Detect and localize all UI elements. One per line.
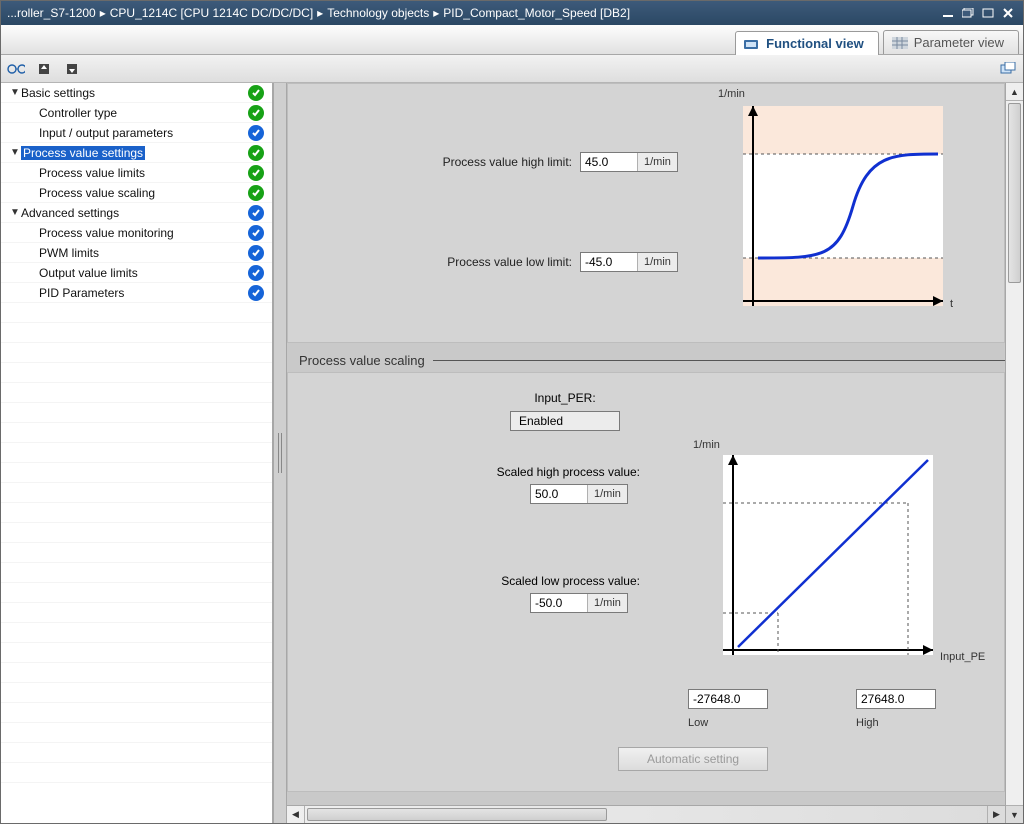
per-high-input[interactable]: [856, 689, 936, 709]
low-limit-input[interactable]: [581, 253, 637, 271]
sidebar-item-label: Process value monitoring: [39, 226, 174, 240]
sidebar-item-label: PWM limits: [39, 246, 99, 260]
glasses-icon[interactable]: [7, 60, 25, 78]
settings-tree: ▼Basic settingsController typeInput / ou…: [1, 83, 273, 823]
config-toolbar: [1, 55, 1023, 83]
xaxis-label: t: [950, 298, 953, 310]
status-badge-blue: [248, 265, 264, 281]
unit-label: 1/min: [637, 153, 677, 171]
breadcrumb-seg: PID_Compact_Motor_Speed [DB2]: [443, 6, 630, 20]
tab-functional-view[interactable]: Functional view: [735, 31, 879, 55]
sidebar-item-basic-settings[interactable]: ▼Basic settings: [1, 83, 272, 103]
sidebar-item-process-value-scaling[interactable]: Process value scaling: [1, 183, 272, 203]
splitter[interactable]: [273, 83, 287, 823]
functional-view-icon: [744, 38, 760, 50]
sidebar-item-pwm-limits[interactable]: PWM limits: [1, 243, 272, 263]
parameter-view-icon: [892, 37, 908, 49]
high-limit-label: Process value high limit:: [310, 155, 580, 169]
status-badge-green: [248, 145, 264, 161]
tab-parameter-view[interactable]: Parameter view: [883, 30, 1019, 54]
unit-label: 1/min: [587, 594, 627, 612]
sidebar-item-label: Process value limits: [39, 166, 145, 180]
sidebar-item-label: Output value limits: [39, 266, 138, 280]
tab-label: Parameter view: [914, 35, 1004, 50]
chevron-down-icon[interactable]: ▼: [9, 147, 21, 158]
close-button[interactable]: [999, 6, 1017, 20]
status-badge-blue: [248, 245, 264, 261]
scroll-left-icon[interactable]: ◀: [287, 806, 305, 823]
sidebar-item-label: Basic settings: [21, 86, 95, 100]
input-per-label: Input_PER:: [390, 391, 740, 405]
low-limit-label: Process value low limit:: [310, 255, 580, 269]
download-icon[interactable]: [63, 60, 81, 78]
sidebar-item-pid-parameters[interactable]: PID Parameters: [1, 283, 272, 303]
breadcrumb-seg: CPU_1214C [CPU 1214C DC/DC/DC]: [110, 6, 313, 20]
detach-icon[interactable]: [999, 60, 1017, 78]
tab-label: Functional view: [766, 36, 864, 51]
chevron-down-icon[interactable]: ▼: [9, 87, 21, 98]
sidebar-item-label: Process value scaling: [39, 186, 155, 200]
sidebar-item-controller-type[interactable]: Controller type: [1, 103, 272, 123]
scaled-low-label: Scaled low process value:: [310, 574, 640, 588]
sidebar-item-process-value-limits[interactable]: Process value limits: [1, 163, 272, 183]
input-per-status: Enabled: [510, 411, 620, 431]
sidebar-item-label: Controller type: [39, 106, 117, 120]
view-tabs: Functional view Parameter view: [1, 25, 1023, 55]
status-badge-blue: [248, 285, 264, 301]
status-badge-green: [248, 165, 264, 181]
low-limit-field[interactable]: 1/min: [580, 252, 678, 272]
status-badge-blue: [248, 125, 264, 141]
status-badge-blue: [248, 225, 264, 241]
automatic-setting-button[interactable]: Automatic setting: [618, 747, 768, 771]
status-badge-green: [248, 85, 264, 101]
unit-label: 1/min: [637, 253, 677, 271]
breadcrumb-seg: Technology objects: [327, 6, 429, 20]
status-badge-green: [248, 185, 264, 201]
scroll-up-icon[interactable]: ▲: [1006, 83, 1023, 101]
sidebar-item-label: Advanced settings: [21, 206, 119, 220]
sidebar-item-label: Input / output parameters: [39, 126, 173, 140]
yaxis-label: 1/min: [718, 88, 745, 100]
chevron-down-icon[interactable]: ▼: [9, 207, 21, 218]
sidebar-item-advanced-settings[interactable]: ▼Advanced settings: [1, 203, 272, 223]
xaxis-label: Input_PE: [940, 651, 985, 663]
per-low-input[interactable]: [688, 689, 768, 709]
scaling-section-header: Process value scaling: [287, 343, 1005, 372]
scaled-high-input[interactable]: [531, 485, 587, 503]
yaxis-label: 1/min: [693, 439, 720, 451]
scroll-right-icon[interactable]: ▶: [987, 806, 1005, 823]
scaled-low-field[interactable]: 1/min: [530, 593, 628, 613]
status-badge-green: [248, 105, 264, 121]
sidebar-item-label: PID Parameters: [39, 286, 124, 300]
restore-button[interactable]: [959, 6, 977, 20]
titlebar: ...roller_S7-1200 ▸ CPU_1214C [CPU 1214C…: [1, 1, 1023, 25]
scroll-down-icon[interactable]: ▼: [1006, 805, 1023, 823]
high-limit-input[interactable]: [581, 153, 637, 171]
scaled-low-input[interactable]: [531, 594, 587, 612]
sidebar-item-input-output-parameters[interactable]: Input / output parameters: [1, 123, 272, 143]
per-high-label: High: [856, 717, 879, 729]
horizontal-scrollbar[interactable]: ◀ ▶: [287, 805, 1005, 823]
section-title: Process value scaling: [299, 353, 425, 368]
breadcrumb-seg: ...roller_S7-1200: [7, 6, 96, 20]
scaled-high-label: Scaled high process value:: [310, 465, 640, 479]
sidebar-item-process-value-settings[interactable]: ▼Process value settings: [1, 143, 272, 163]
high-limit-field[interactable]: 1/min: [580, 152, 678, 172]
sidebar-item-output-value-limits[interactable]: Output value limits: [1, 263, 272, 283]
upload-icon[interactable]: [35, 60, 53, 78]
status-badge-blue: [248, 205, 264, 221]
scaled-high-field[interactable]: 1/min: [530, 484, 628, 504]
sidebar-item-label: Process value settings: [21, 146, 145, 160]
vscroll-thumb[interactable]: [1008, 103, 1021, 283]
unit-label: 1/min: [587, 485, 627, 503]
minimize-button[interactable]: [939, 6, 957, 20]
sidebar-item-process-value-monitoring[interactable]: Process value monitoring: [1, 223, 272, 243]
maximize-button[interactable]: [979, 6, 997, 20]
hscroll-thumb[interactable]: [307, 808, 607, 821]
vertical-scrollbar[interactable]: ▲ ▼: [1005, 83, 1023, 823]
per-low-label: Low: [688, 717, 708, 729]
